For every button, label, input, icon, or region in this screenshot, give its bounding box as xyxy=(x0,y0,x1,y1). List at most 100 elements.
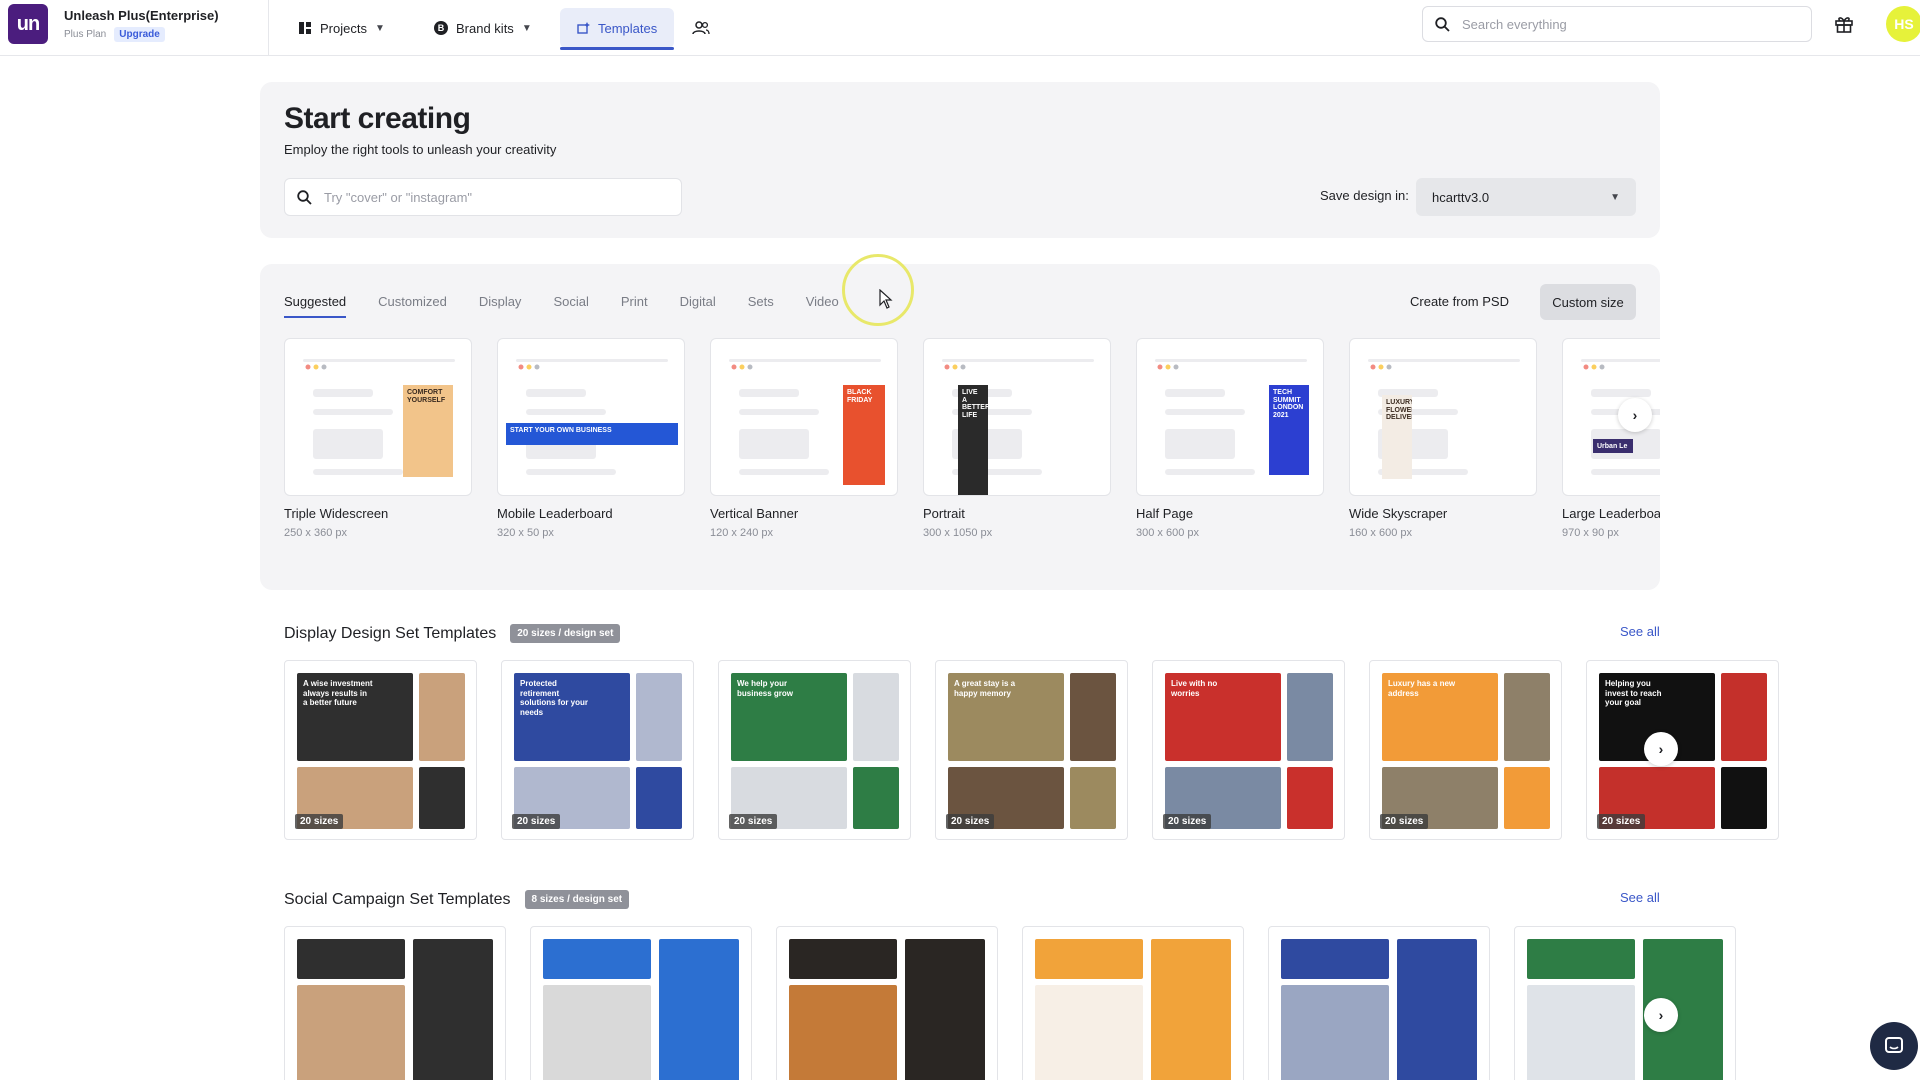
set-preview xyxy=(1721,673,1767,761)
format-card[interactable]: COMFORT YOURSELF Triple Widescreen 250 x 3… xyxy=(284,338,472,539)
app-logo: un xyxy=(8,4,48,44)
browser-dots-icon xyxy=(1157,364,1179,370)
set-preview xyxy=(543,939,651,979)
set-preview: A great stay is a happy memory xyxy=(948,673,1064,761)
browser-dots-icon xyxy=(305,364,327,370)
browser-dots-icon xyxy=(731,364,753,370)
set-preview xyxy=(1151,939,1231,1080)
set-preview xyxy=(636,767,682,829)
set-preview xyxy=(789,939,897,979)
format-card[interactable]: BLACK FRIDAY Vertical Banner 120 x 240 px xyxy=(710,338,898,539)
nav-team[interactable] xyxy=(680,8,722,48)
display-sets-pill: 20 sizes / design set xyxy=(510,624,621,643)
tab-display[interactable]: Display xyxy=(479,286,522,316)
global-search[interactable] xyxy=(1422,6,1812,42)
cursor-highlight xyxy=(842,254,914,326)
social-set-card[interactable] xyxy=(1022,926,1244,1080)
tab-sets[interactable]: Sets xyxy=(748,286,774,316)
tab-print[interactable]: Print xyxy=(621,286,648,316)
social-sets-title: Social Campaign Set Templates xyxy=(284,890,511,908)
design-set-card[interactable]: Protected retirement solutions for your … xyxy=(501,660,694,840)
set-size-badge: 20 sizes xyxy=(729,814,778,829)
nav-projects[interactable]: Projects ▼ xyxy=(282,8,401,48)
set-preview xyxy=(789,985,897,1080)
tab-suggested[interactable]: Suggested xyxy=(284,286,347,318)
format-card[interactable]: START YOUR OWN BUSINESS Mobile Leaderboar… xyxy=(497,338,685,539)
design-set-card[interactable]: Helping you invest to reach your goal 20 … xyxy=(1586,660,1779,840)
custom-size-button[interactable]: Custom size xyxy=(1540,284,1636,320)
format-thumbnail: COMFORT YOURSELF xyxy=(284,338,472,496)
save-design-label: Save design in: xyxy=(1320,188,1409,203)
workspace-switcher[interactable]: un Unleash Plus(Enterprise) Plus Plan Up… xyxy=(0,0,269,56)
format-size: 300 x 1050 px xyxy=(923,527,993,539)
set-size-badge: 20 sizes xyxy=(295,814,344,829)
gift-icon[interactable] xyxy=(1834,14,1854,34)
set-preview xyxy=(636,673,682,761)
set-size-badge: 20 sizes xyxy=(1597,814,1646,829)
top-bar: un Unleash Plus(Enterprise) Plus Plan Up… xyxy=(0,0,1920,56)
set-size-badge: 20 sizes xyxy=(1380,814,1429,829)
format-card[interactable]: LUXURY FLOWER DELIVERY Wide Skyscraper 160… xyxy=(1349,338,1537,539)
format-thumbnail: TECH SUMMIT LONDON 2021 xyxy=(1136,338,1324,496)
social-sets-see-all[interactable]: See all xyxy=(1620,890,1660,905)
tab-video[interactable]: Video xyxy=(806,286,839,316)
tab-social[interactable]: Social xyxy=(553,286,588,316)
format-name: Mobile Leaderboard xyxy=(497,506,613,521)
tab-digital[interactable]: Digital xyxy=(680,286,716,316)
template-search-input[interactable] xyxy=(324,189,664,205)
social-set-card[interactable] xyxy=(776,926,998,1080)
tab-customized[interactable]: Customized xyxy=(378,286,447,316)
chevron-right-icon[interactable]: › xyxy=(1644,732,1678,766)
social-set-card[interactable] xyxy=(284,926,506,1080)
display-sets-see-all[interactable]: See all xyxy=(1620,624,1660,639)
set-preview xyxy=(419,673,465,761)
save-design-select[interactable]: hcarttv3.0 ▼ xyxy=(1416,178,1636,216)
design-set-card[interactable]: A wise investment always results in a be… xyxy=(284,660,477,840)
upgrade-badge[interactable]: Upgrade xyxy=(114,27,165,42)
ad-preview: TECH SUMMIT LONDON 2021 xyxy=(1269,385,1309,475)
design-set-card[interactable]: Luxury has a new address 20 sizes xyxy=(1369,660,1562,840)
format-card[interactable]: TECH SUMMIT LONDON 2021 Half Page 300 x 60… xyxy=(1136,338,1324,539)
design-set-card[interactable]: We help your business grow 20 sizes xyxy=(718,660,911,840)
browser-dots-icon xyxy=(518,364,540,370)
social-set-card[interactable] xyxy=(1514,926,1736,1080)
format-name: Triple Widescreen xyxy=(284,506,389,521)
nav-templates[interactable]: Templates xyxy=(560,8,674,50)
ad-preview: COMFORT YOURSELF xyxy=(403,385,453,477)
set-preview xyxy=(419,767,465,829)
chevron-right-icon[interactable]: › xyxy=(1644,998,1678,1032)
social-sets-pill: 8 sizes / design set xyxy=(524,890,630,909)
set-preview xyxy=(1527,985,1635,1080)
global-search-input[interactable] xyxy=(1462,16,1782,32)
set-preview xyxy=(1397,939,1477,1080)
set-size-badge: 20 sizes xyxy=(512,814,561,829)
design-set-card[interactable]: A great stay is a happy memory 20 sizes xyxy=(935,660,1128,840)
nav-brand-kits-label: Brand kits xyxy=(456,20,514,36)
set-preview xyxy=(1035,985,1143,1080)
plan-info: Plus Plan Upgrade xyxy=(64,27,165,42)
design-set-card[interactable]: Live with no worries 20 sizes xyxy=(1152,660,1345,840)
chevron-right-icon[interactable]: › xyxy=(1618,398,1652,432)
nav-brand-kits[interactable]: B Brand kits ▼ xyxy=(418,8,548,48)
brand-kit-icon: B xyxy=(434,21,448,35)
browser-dots-icon xyxy=(1583,364,1605,370)
save-design-value: hcarttv3.0 xyxy=(1432,189,1490,205)
format-card[interactable]: Urban Le Large Leaderboard 970 x 90 px xyxy=(1562,338,1660,539)
chat-support-button[interactable] xyxy=(1870,1022,1918,1070)
format-name: Large Leaderboard xyxy=(1562,506,1660,521)
format-list: COMFORT YOURSELF Triple Widescreen 250 x 3… xyxy=(284,338,1660,539)
social-set-card[interactable] xyxy=(1268,926,1490,1080)
create-from-psd-button[interactable]: Create from PSD xyxy=(1410,294,1509,309)
user-avatar[interactable]: HS xyxy=(1886,6,1920,42)
social-set-card[interactable] xyxy=(530,926,752,1080)
template-search[interactable] xyxy=(284,178,682,216)
display-sets-header: Display Design Set Templates 20 sizes / … xyxy=(284,624,621,643)
set-preview xyxy=(1281,939,1389,979)
set-preview xyxy=(905,939,985,1080)
nav-templates-label: Templates xyxy=(598,20,658,36)
format-card[interactable]: LIVE A BETTER LIFE Portrait 300 x 1050 px xyxy=(923,338,1111,539)
suggested-formats-panel: Suggested Customized Display Social Prin… xyxy=(260,264,1660,590)
display-sets-title: Display Design Set Templates xyxy=(284,624,497,642)
set-preview xyxy=(1721,767,1767,829)
social-sets-header: Social Campaign Set Templates 8 sizes / … xyxy=(284,890,630,909)
